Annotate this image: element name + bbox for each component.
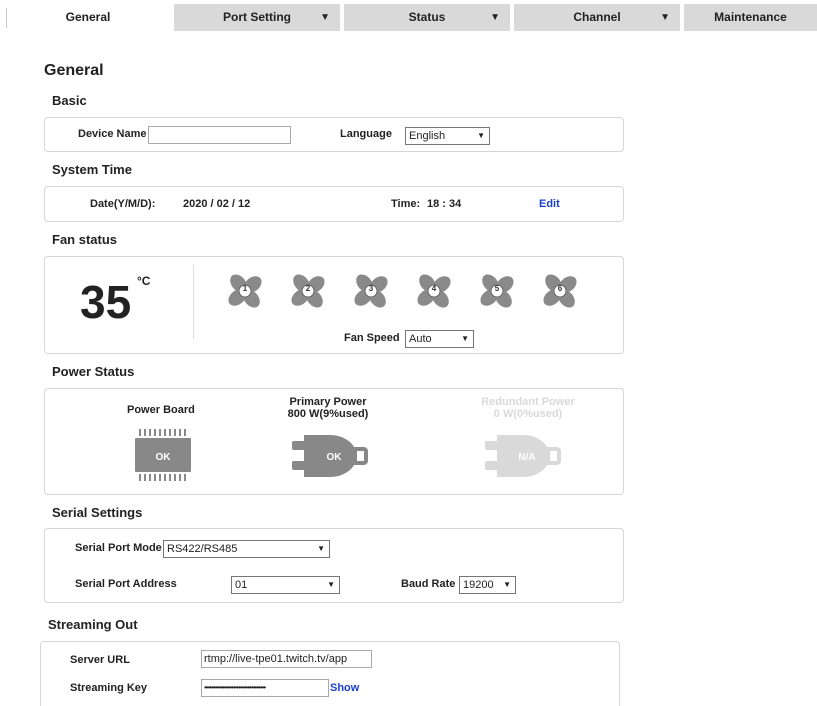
language-select-value: English: [409, 130, 446, 142]
fan-speed-value: Auto: [409, 333, 432, 345]
primary-power-label: Primary Power: [289, 396, 367, 408]
language-select[interactable]: English ▼: [405, 127, 490, 145]
primary-power-state: OK: [326, 452, 342, 463]
fan-number: 5: [494, 284, 500, 293]
power-board-label: Power Board: [127, 404, 195, 416]
dropdown-arrow-icon: ▼: [317, 544, 325, 553]
section-title-system-time: System Time: [52, 162, 132, 177]
section-title-basic: Basic: [52, 93, 87, 108]
streaming-key-label: Streaming Key: [70, 682, 148, 694]
tab-status[interactable]: Status ▼: [344, 4, 510, 31]
caret-down-icon: ▼: [490, 12, 500, 23]
tab-status-label: Status: [408, 10, 446, 24]
serial-settings-panel: Serial Port Mode RS422/RS485 ▼ Serial Por…: [44, 528, 624, 603]
serial-port-address-value: 01: [235, 579, 248, 591]
primary-power-detail: 800 W(9%used): [287, 408, 369, 420]
fan-icon: 5: [477, 271, 517, 311]
baud-rate-value: 19200: [463, 579, 494, 591]
caret-down-icon: ▼: [660, 12, 670, 23]
device-name-input[interactable]: [148, 126, 291, 144]
streaming-key-input[interactable]: ••••••••••••••••••••••••••••••••••: [201, 679, 329, 697]
fan-number: 1: [242, 284, 248, 293]
tab-channel-label: Channel: [573, 10, 621, 24]
section-title-fan-status: Fan status: [52, 232, 118, 247]
dropdown-arrow-icon: ▼: [477, 131, 485, 140]
fan-icon: 4: [414, 271, 454, 311]
redundant-power-label: Redundant Power: [481, 396, 575, 408]
tab-port-setting-label: Port Setting: [223, 10, 291, 24]
power-status-panel: Power Board OK Primary Power 800 W(9%use…: [44, 388, 624, 495]
redundant-power-detail: 0 W(0%used): [493, 408, 563, 420]
baud-rate-label: Baud Rate: [401, 578, 456, 590]
serial-port-mode-value: RS422/RS485: [167, 543, 238, 555]
system-time-panel: Date(Y/M/D): 2020 / 02 / 12 Time: 18 : 3…: [44, 186, 624, 222]
dropdown-arrow-icon: ▼: [503, 580, 511, 589]
streaming-out-panel: Server URL rtmp://live-tpe01.twitch.tv/a…: [40, 641, 620, 706]
server-url-input[interactable]: rtmp://live-tpe01.twitch.tv/app: [201, 650, 372, 668]
fan-icon: 3: [351, 271, 391, 311]
date-label: Date(Y/M/D):: [90, 198, 156, 210]
fan-number: 2: [305, 284, 311, 293]
caret-down-icon: ▼: [320, 12, 330, 23]
serial-port-address-label: Serial Port Address: [75, 578, 177, 590]
temperature-value: 35: [80, 276, 132, 328]
section-title-streaming-out: Streaming Out: [48, 617, 138, 632]
edit-time-link[interactable]: Edit: [539, 198, 560, 210]
dropdown-arrow-icon: ▼: [461, 334, 469, 343]
tab-general-label: General: [65, 10, 111, 24]
fan-icon: 6: [540, 271, 580, 311]
fan-icon: 1: [225, 271, 265, 311]
fan-icon: 2: [288, 271, 328, 311]
serial-port-mode-select[interactable]: RS422/RS485 ▼: [163, 540, 330, 558]
fan-number: 4: [431, 284, 437, 293]
section-title-serial-settings: Serial Settings: [52, 505, 143, 520]
fan-number: 3: [368, 284, 374, 293]
temperature-unit: °C: [137, 274, 151, 288]
tab-channel[interactable]: Channel ▼: [514, 4, 680, 31]
language-label: Language: [340, 128, 392, 140]
tab-general[interactable]: General: [6, 4, 170, 31]
time-value: 18 : 34: [427, 198, 462, 210]
redundant-power-state: N/A: [518, 452, 536, 463]
tab-port-setting[interactable]: Port Setting ▼: [174, 4, 340, 31]
date-value: 2020 / 02 / 12: [183, 198, 251, 210]
device-name-label: Device Name: [78, 128, 147, 140]
baud-rate-select[interactable]: 19200 ▼: [459, 576, 516, 594]
tab-maintenance-label: Maintenance: [714, 10, 787, 24]
server-url-label: Server URL: [70, 654, 130, 666]
fan-number: 6: [557, 284, 563, 293]
tab-maintenance[interactable]: Maintenance: [684, 4, 817, 31]
show-key-link[interactable]: Show: [330, 682, 359, 694]
dropdown-arrow-icon: ▼: [327, 580, 335, 589]
section-title-power-status: Power Status: [52, 364, 135, 379]
fan-status-panel: 35 °C 1 2 3 4 5 6 Fan Speed Auto ▼: [44, 256, 624, 354]
basic-panel: Device Name Language English ▼: [44, 117, 624, 152]
fan-speed-select[interactable]: Auto ▼: [405, 330, 474, 348]
power-board-state: OK: [155, 452, 171, 463]
serial-port-mode-label: Serial Port Mode: [75, 542, 162, 554]
page-title: General: [44, 62, 104, 79]
time-label: Time:: [391, 198, 421, 210]
fan-speed-label: Fan Speed: [344, 332, 400, 344]
serial-port-address-select[interactable]: 01 ▼: [231, 576, 340, 594]
fan-divider: [193, 265, 194, 339]
